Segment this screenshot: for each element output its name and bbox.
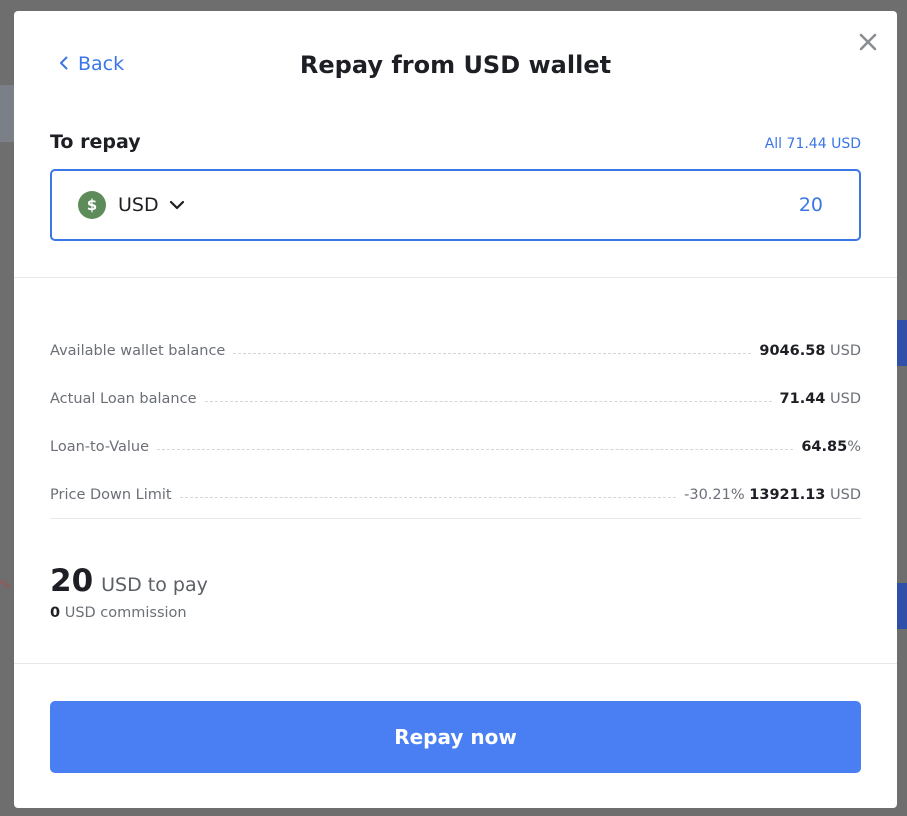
dotted-leader xyxy=(204,401,772,402)
detail-label: Price Down Limit xyxy=(50,487,172,503)
commission-text: USD commission xyxy=(64,605,187,621)
dotted-leader xyxy=(233,353,752,354)
detail-label: Actual Loan balance xyxy=(50,391,197,407)
repay-all-prefix: All xyxy=(764,136,783,152)
modal-title: Repay from USD wallet xyxy=(299,51,612,79)
dollar-coin-icon: $ xyxy=(78,191,106,219)
detail-label: Available wallet balance xyxy=(50,343,226,359)
detail-row-wallet-balance: Available wallet balance 9046.58 USD xyxy=(50,311,861,359)
chevron-down-icon xyxy=(159,196,185,215)
detail-row-price-down-limit: Price Down Limit -30.21% 13921.13 USD xyxy=(50,455,861,503)
commission-line: 0 USD commission xyxy=(50,605,208,621)
detail-value: 64.85% xyxy=(801,439,861,455)
close-icon[interactable] xyxy=(857,31,879,53)
divider xyxy=(14,277,897,278)
detail-value: 71.44 USD xyxy=(779,391,861,407)
commission-value: 0 xyxy=(50,605,61,621)
detail-row-loan-balance: Actual Loan balance 71.44 USD xyxy=(50,359,861,407)
background-app-edge xyxy=(897,583,907,629)
to-pay-line: 20 USD to pay xyxy=(50,563,208,599)
background-app-band xyxy=(0,85,14,142)
dotted-leader xyxy=(157,449,794,450)
to-repay-label: To repay xyxy=(50,131,141,153)
background-app-edge xyxy=(897,320,907,366)
repay-now-button[interactable]: Repay now xyxy=(50,701,861,773)
currency-select[interactable]: $ USD xyxy=(78,191,185,219)
detail-row-loan-to-value: Loan-to-Value 64.85% xyxy=(50,407,861,455)
detail-value: 9046.58 USD xyxy=(759,343,861,359)
detail-value: -30.21% 13921.13 USD xyxy=(684,487,861,503)
repay-all-link[interactable]: All 71.44 USD xyxy=(765,136,861,152)
divider xyxy=(14,663,897,664)
modal-header: Back Repay from USD wallet xyxy=(14,11,897,121)
dotted-leader xyxy=(179,497,677,498)
currency-code: USD xyxy=(118,194,159,216)
pay-amount: 20 xyxy=(50,563,94,599)
repay-modal: Back Repay from USD wallet To repay All … xyxy=(14,11,897,808)
to-repay-row: To repay All 71.44 USD xyxy=(50,131,861,153)
pay-text: USD to pay xyxy=(101,574,208,596)
repay-all-currency: USD xyxy=(831,136,861,152)
repay-amount-field: $ USD xyxy=(50,169,861,241)
payment-summary: 20 USD to pay 0 USD commission xyxy=(50,563,208,621)
amount-input[interactable] xyxy=(701,193,825,217)
background-app-fragment: % xyxy=(0,578,11,591)
loan-details: Available wallet balance 9046.58 USD Act… xyxy=(50,311,861,503)
divider xyxy=(50,518,861,519)
repay-all-amount: 71.44 xyxy=(786,136,827,152)
detail-label: Loan-to-Value xyxy=(50,439,150,455)
